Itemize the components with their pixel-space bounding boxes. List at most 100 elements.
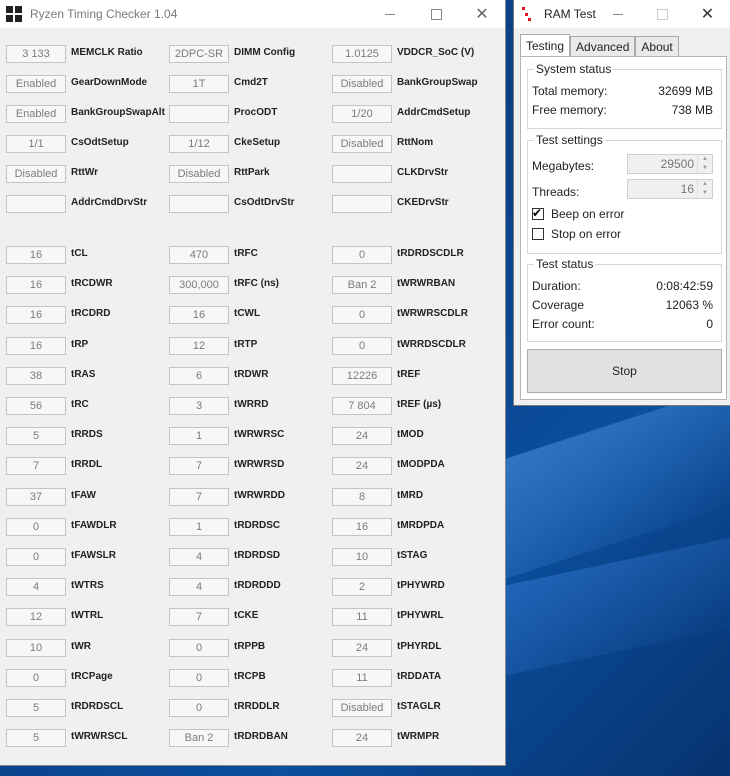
timing-value-box[interactable]: 3 [169,397,229,415]
timing-label: tRDWR [234,369,269,380]
timing-value-box[interactable]: 24 [332,729,392,747]
timing-value-box[interactable]: 10 [6,639,66,657]
timing-value-box[interactable]: Disabled [332,135,392,153]
spin-down-icon[interactable]: ▼ [698,164,712,173]
timing-value-box[interactable]: 4 [169,548,229,566]
timing-value-box[interactable]: 38 [6,367,66,385]
timing-value-box[interactable]: 12 [6,608,66,626]
timing-value-box[interactable] [332,165,392,183]
maximize-button[interactable] [413,0,459,28]
timing-value-box[interactable]: 6 [169,367,229,385]
timing-value-box[interactable]: 7 [6,457,66,475]
timing-label: tRCDRD [71,308,111,319]
timing-value-box[interactable]: 16 [6,337,66,355]
timing-value-box[interactable]: 0 [6,518,66,536]
timing-value-box[interactable]: 0 [6,548,66,566]
close-button[interactable]: ✕ [459,0,505,28]
title-bar[interactable]: Ryzen Timing Checker 1.04 ✕ [0,0,505,28]
beep-on-error-checkbox[interactable]: ✔ Beep on error [532,206,624,221]
threads-input[interactable]: 16 ▲ ▼ [627,179,713,199]
timing-value-box[interactable]: 0 [332,337,392,355]
timing-value-box[interactable]: Disabled [332,75,392,93]
tab-testing[interactable]: Testing [520,34,571,57]
timing-value-box[interactable]: 5 [6,729,66,747]
free-memory-value: 738 MB [671,103,713,117]
timing-value-box[interactable]: 16 [6,246,66,264]
timing-value-box[interactable]: 11 [332,608,392,626]
timing-value-box[interactable]: Ban 2 [332,276,392,294]
timing-value-box[interactable]: Disabled [6,165,66,183]
timing-value-box[interactable]: Disabled [332,699,392,717]
spin-down-icon[interactable]: ▼ [698,189,712,198]
close-button[interactable]: ✕ [685,0,730,28]
timing-value-box[interactable]: 7 [169,457,229,475]
timing-value-box[interactable]: 7 804 [332,397,392,415]
timing-value-box[interactable]: 12 [169,337,229,355]
timing-value-box[interactable]: 7 [169,608,229,626]
timing-value-box[interactable]: 5 [6,699,66,717]
timing-value-box[interactable] [169,195,229,213]
timing-value-box[interactable] [169,105,229,123]
timing-value-box[interactable]: 37 [6,488,66,506]
timing-value-box[interactable]: 1 [169,518,229,536]
timing-value-box[interactable]: Disabled [169,165,229,183]
checkbox-unchecked[interactable] [532,228,544,240]
timing-value-box[interactable]: 4 [6,578,66,596]
checkbox-checked[interactable]: ✔ [532,206,544,220]
timing-value-box[interactable]: 1/12 [169,135,229,153]
timing-value-box[interactable]: 0 [169,669,229,687]
timing-value-box[interactable]: 0 [332,246,392,264]
timing-value-box[interactable]: 16 [6,306,66,324]
spin-up-icon[interactable]: ▲ [698,180,712,189]
timing-value-box[interactable]: 7 [169,488,229,506]
threads-stepper[interactable]: ▲ ▼ [697,180,712,198]
timing-value-box[interactable]: 0 [332,306,392,324]
timing-value-box[interactable]: 5 [6,427,66,445]
timing-value-box[interactable]: Enabled [6,105,66,123]
timing-value-box[interactable]: 4 [169,578,229,596]
timing-value-box[interactable]: 10 [332,548,392,566]
timing-value-box[interactable]: 11 [332,669,392,687]
stop-on-error-checkbox[interactable]: Stop on error [532,227,621,241]
timing-value-box[interactable]: 24 [332,427,392,445]
free-memory-label: Free memory: [532,103,607,117]
timing-value-box[interactable]: 16 [6,276,66,294]
maximize-button[interactable] [640,0,685,28]
timing-value-box[interactable] [6,195,66,213]
timing-value-box[interactable]: 300,000 [169,276,229,294]
timing-value-box[interactable]: 0 [169,699,229,717]
timing-value-box[interactable]: 8 [332,488,392,506]
megabytes-stepper[interactable]: ▲ ▼ [697,155,712,173]
stop-button[interactable]: Stop [527,349,722,393]
minimize-button[interactable] [367,0,413,28]
timing-value-box[interactable]: 16 [169,306,229,324]
timing-value-box[interactable] [332,195,392,213]
minimize-button[interactable] [595,0,640,28]
timing-value-box[interactable]: 3 133 [6,45,66,63]
title-bar[interactable]: RAM Test ✕ [514,0,730,28]
timing-value-box[interactable]: Ban 2 [169,729,229,747]
timing-value-box[interactable]: 16 [332,518,392,536]
tab-about[interactable]: About [635,36,679,57]
timing-value-box[interactable]: 1T [169,75,229,93]
spin-up-icon[interactable]: ▲ [698,155,712,164]
timing-value-box[interactable]: 24 [332,457,392,475]
timing-value-box[interactable]: 0 [6,669,66,687]
timing-value-box[interactable]: 2 [332,578,392,596]
timing-value-box[interactable]: 470 [169,246,229,264]
timing-value-box[interactable]: 0 [169,639,229,657]
timing-label: GearDownMode [71,77,148,88]
timing-value-box[interactable]: 56 [6,397,66,415]
timing-value-box[interactable]: 24 [332,639,392,657]
timing-value-box[interactable]: 1/1 [6,135,66,153]
timing-value-box[interactable]: Enabled [6,75,66,93]
timing-value-box[interactable]: 1 [169,427,229,445]
timing-value-box[interactable]: 1.0125 [332,45,392,63]
timing-value-box[interactable]: 1/20 [332,105,392,123]
timing-label: CkeSetup [234,137,281,148]
timing-value-box[interactable]: 2DPC-SR [169,45,229,63]
megabytes-input[interactable]: 29500 ▲ ▼ [627,154,713,174]
timing-value-box[interactable]: 12226 [332,367,392,385]
tab-advanced[interactable]: Advanced [570,36,636,57]
timing-label: tRCDWR [71,278,113,289]
